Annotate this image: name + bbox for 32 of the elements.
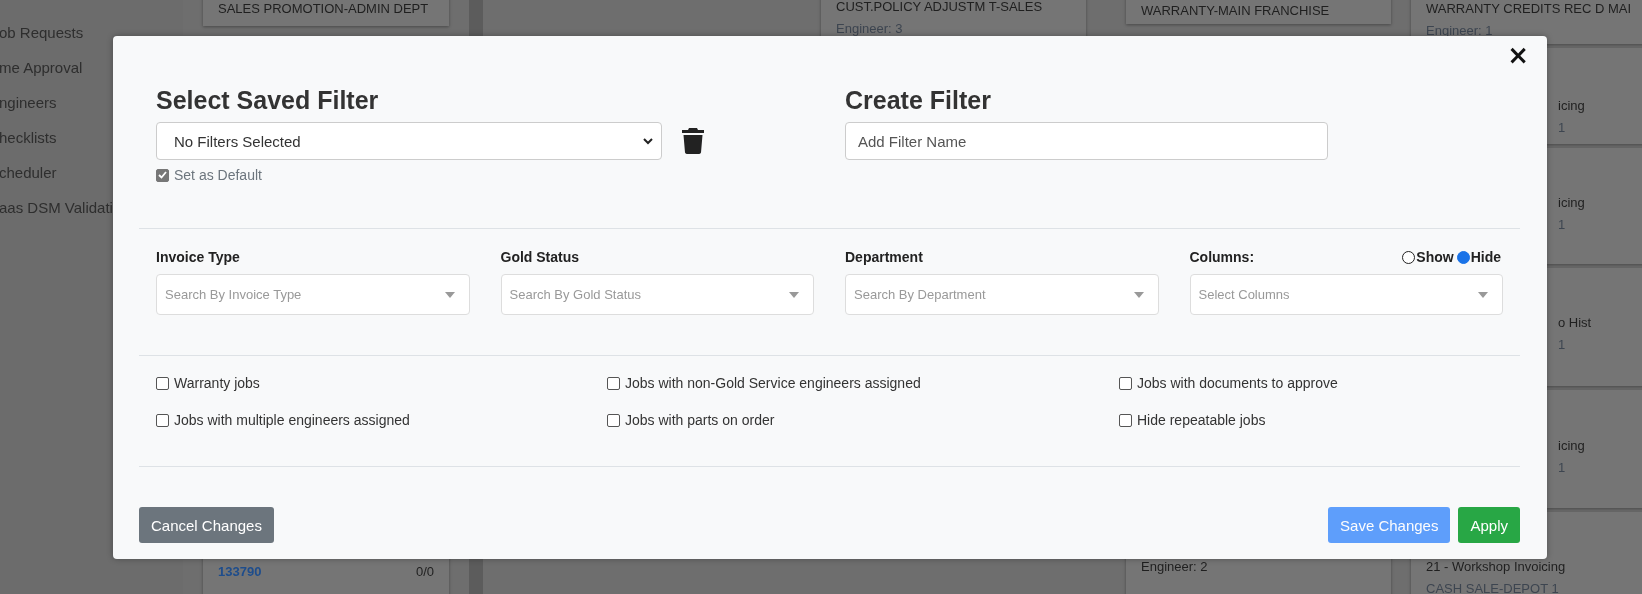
card-text: icing (1558, 97, 1586, 115)
radio-label: Show (1416, 249, 1454, 265)
card-text: icing (1558, 437, 1586, 455)
option-label: Jobs with multiple engineers assigned (174, 412, 410, 428)
card-text: 1 (1558, 336, 1567, 354)
card-text: 1 (1558, 216, 1567, 234)
card-text: SALES PROMOTION-ADMIN DEPT (218, 0, 430, 18)
radio-label: Hide (1470, 249, 1501, 265)
section-heading: Create Filter (845, 85, 991, 116)
filter-label: Invoice Type (156, 249, 240, 265)
card-text: Engineer: 3 (836, 20, 904, 38)
card-text: 1 (1558, 119, 1567, 137)
card-text: WARRANTY CREDITS REC D MAI (1426, 0, 1633, 18)
card-text: 1 (1558, 459, 1567, 477)
card-text: WARRANTY-MAIN FRANCHISE (1141, 2, 1331, 20)
option-label: Jobs with documents to approve (1137, 375, 1338, 391)
card-text: CUST.POLICY ADJUSTM T-SALES (836, 0, 1044, 16)
option-label: Jobs with parts on order (625, 412, 775, 428)
card-text: CASH SALE-DEPOT 1 (1426, 580, 1560, 594)
card-text: o Hist (1558, 314, 1593, 332)
card-text: Engineer: 2 (1141, 558, 1209, 576)
job-count: 0/0 (415, 563, 434, 581)
set-default-label: Set as Default (174, 167, 262, 183)
option-label: Jobs with non-Gold Service engineers assigned (625, 375, 921, 391)
option-label: Hide repeatable jobs (1137, 412, 1266, 428)
card-text: 21 - Workshop Invoicing (1426, 558, 1567, 576)
section-heading: Select Saved Filter (156, 85, 379, 116)
card-text: icing (1558, 194, 1586, 212)
filter-label: Columns: (1189, 249, 1255, 265)
option-label: Warranty jobs (174, 375, 260, 391)
filter-label: Gold Status (500, 249, 580, 265)
filter-label: Department (845, 249, 923, 265)
